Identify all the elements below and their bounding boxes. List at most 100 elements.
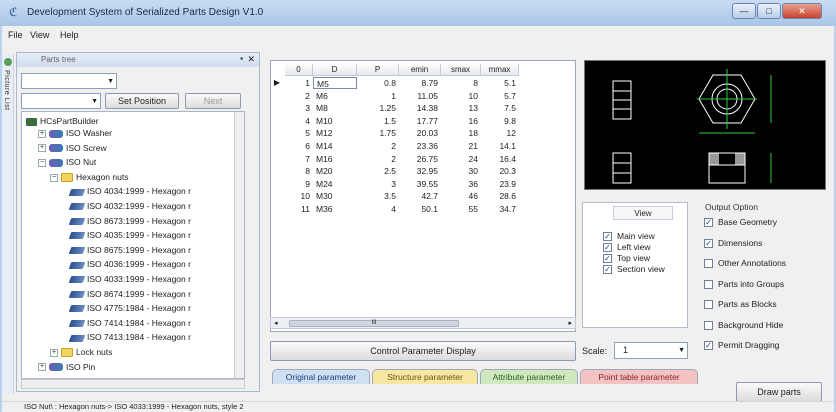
tree-node[interactable]: + ISO Screw [38, 143, 107, 154]
expand-toggle-icon[interactable]: + [38, 363, 46, 372]
grid-cell[interactable]: M6 [313, 90, 357, 102]
menu-file[interactable]: File [8, 30, 23, 40]
grid-cell[interactable]: 10 [285, 190, 313, 202]
pin-icon[interactable]: ▪ [240, 54, 243, 63]
grid-cell[interactable]: 9.8 [481, 115, 519, 127]
grid-cell[interactable]: M30 [313, 190, 357, 202]
menu-help[interactable]: Help [60, 30, 79, 40]
checkbox[interactable]: ✓ [603, 254, 612, 264]
checkbox[interactable]: ✓ [704, 341, 713, 351]
grid-cell[interactable]: 9 [285, 178, 313, 190]
grid-cell[interactable]: M24 [313, 178, 357, 190]
tree-node[interactable]: ISO 8675:1999 - Hexagon r [68, 245, 191, 256]
grid-cell[interactable]: 2 [357, 153, 399, 165]
grid-cell[interactable]: 4 [357, 203, 399, 215]
grid-cell[interactable]: M36 [313, 203, 357, 215]
grid-cell[interactable]: 23.36 [399, 140, 441, 152]
tree-node[interactable]: + ISO Pin [38, 362, 95, 373]
grid-cell[interactable]: 3.5 [357, 190, 399, 202]
grid-cell[interactable]: 1 [357, 90, 399, 102]
grid-cell[interactable]: 11.05 [399, 90, 441, 102]
tab-parameter[interactable]: Original parameter [272, 369, 370, 384]
grid-cell[interactable]: 16 [441, 115, 481, 127]
grid-cell[interactable]: 8.79 [399, 77, 441, 89]
close-button[interactable]: ✕ [782, 3, 822, 19]
grid-cell[interactable]: 24 [441, 153, 481, 165]
tree-vertical-scrollbar[interactable] [234, 112, 244, 378]
scroll-right-icon[interactable]: ▸ [568, 319, 572, 327]
tree-node[interactable]: ISO 8673:1999 - Hexagon r [68, 216, 191, 227]
scroll-left-icon[interactable]: ◂ [274, 319, 278, 327]
tree-node[interactable]: ISO 8674:1999 - Hexagon r [68, 289, 191, 300]
column-header[interactable]: mmax [481, 64, 519, 76]
expand-toggle-icon[interactable]: + [50, 348, 58, 357]
view-option[interactable]: ✓ Main view [603, 231, 655, 242]
scroll-thumb[interactable]: III [289, 320, 459, 327]
grid-cell[interactable]: M10 [313, 115, 357, 127]
tree-node[interactable]: ISO 7414:1984 - Hexagon r [68, 318, 191, 329]
set-position-button[interactable]: Set Position [105, 93, 179, 109]
grid-cell[interactable]: 3 [285, 102, 313, 114]
grid-cell[interactable]: 14.38 [399, 102, 441, 114]
column-header[interactable]: P [357, 64, 399, 76]
tree-node[interactable]: + ISO Washer [38, 128, 112, 139]
tree-node[interactable]: ISO 4033:1999 - Hexagon r [68, 274, 191, 285]
tree-root[interactable]: HCsPartBuilder [26, 116, 99, 127]
grid-cell[interactable]: 2 [357, 140, 399, 152]
grid-cell[interactable]: 36 [441, 178, 481, 190]
grid-cell[interactable]: M14 [313, 140, 357, 152]
grid-cell[interactable]: 5 [285, 127, 313, 139]
tree-node[interactable]: ISO 7413:1984 - Hexagon r [68, 332, 191, 343]
checkbox[interactable]: ✓ [704, 238, 713, 248]
output-option[interactable]: ✓ Dimensions [704, 237, 762, 249]
grid-cell[interactable]: 17.77 [399, 115, 441, 127]
tree-node[interactable]: ISO 4775:1984 - Hexagon r [68, 303, 191, 314]
grid-cell[interactable]: 20.3 [481, 165, 519, 177]
checkbox[interactable] [704, 320, 713, 330]
grid-cell[interactable]: 0.8 [357, 77, 399, 89]
view-option[interactable]: ✓ Section view [603, 264, 665, 275]
grid-cell[interactable]: 10 [441, 90, 481, 102]
expand-toggle-icon[interactable]: + [38, 144, 46, 153]
tree-node[interactable]: ISO 4034:1999 - Hexagon r [68, 186, 191, 197]
grid-cell[interactable]: 46 [441, 190, 481, 202]
tab-parameter[interactable]: Attribute parameter [480, 369, 578, 384]
grid-cell[interactable]: 13 [441, 102, 481, 114]
grid-cell[interactable]: M12 [313, 127, 357, 139]
checkbox[interactable] [704, 259, 713, 269]
grid-cell[interactable]: 21 [441, 140, 481, 152]
grid-cell[interactable]: 34.7 [481, 203, 519, 215]
grid-cell[interactable]: 5.7 [481, 90, 519, 102]
tree-node[interactable]: − ISO Nut [38, 157, 96, 168]
column-header[interactable]: emin [399, 64, 441, 76]
grid-cell[interactable]: 20.03 [399, 127, 441, 139]
grid-cell[interactable]: 50.1 [399, 203, 441, 215]
output-option[interactable]: Parts as Blocks [704, 298, 777, 310]
grid-cell[interactable]: 1 [285, 77, 313, 89]
grid-cell[interactable]: 3 [357, 178, 399, 190]
checkbox[interactable] [704, 300, 713, 310]
grid-cell[interactable]: 1.5 [357, 115, 399, 127]
grid-cell[interactable]: 42.7 [399, 190, 441, 202]
grid-cell[interactable]: 1.25 [357, 102, 399, 114]
minimize-button[interactable]: — [732, 3, 756, 19]
grid-cell[interactable]: 8 [285, 165, 313, 177]
grid-cell[interactable]: 26.75 [399, 153, 441, 165]
grid-cell[interactable]: 4 [285, 115, 313, 127]
grid-horizontal-scrollbar[interactable]: ◂ III ▸ [270, 317, 576, 329]
tree-horizontal-scrollbar[interactable] [21, 379, 245, 389]
output-option[interactable]: ✓ Base Geometry [704, 216, 777, 228]
expand-toggle-icon[interactable]: − [50, 173, 58, 182]
tree-node[interactable]: ISO 4035:1999 - Hexagon r [68, 230, 191, 241]
tree-node[interactable]: ISO 4036:1999 - Hexagon r [68, 259, 191, 270]
tab-parameter[interactable]: Structure parameter [372, 369, 478, 384]
row-selector-icon[interactable]: ▶ [271, 77, 283, 89]
menu-view[interactable]: View [30, 30, 49, 40]
tree-node[interactable]: ISO 4032:1999 - Hexagon r [68, 201, 191, 212]
grid-cell[interactable]: 23.9 [481, 178, 519, 190]
tree-node[interactable]: + Lock nuts [50, 347, 112, 358]
view-option[interactable]: ✓ Top view [603, 253, 650, 264]
grid-cell[interactable]: 2.5 [357, 165, 399, 177]
grid-cell[interactable]: 18 [441, 127, 481, 139]
expand-toggle-icon[interactable]: − [38, 158, 46, 167]
